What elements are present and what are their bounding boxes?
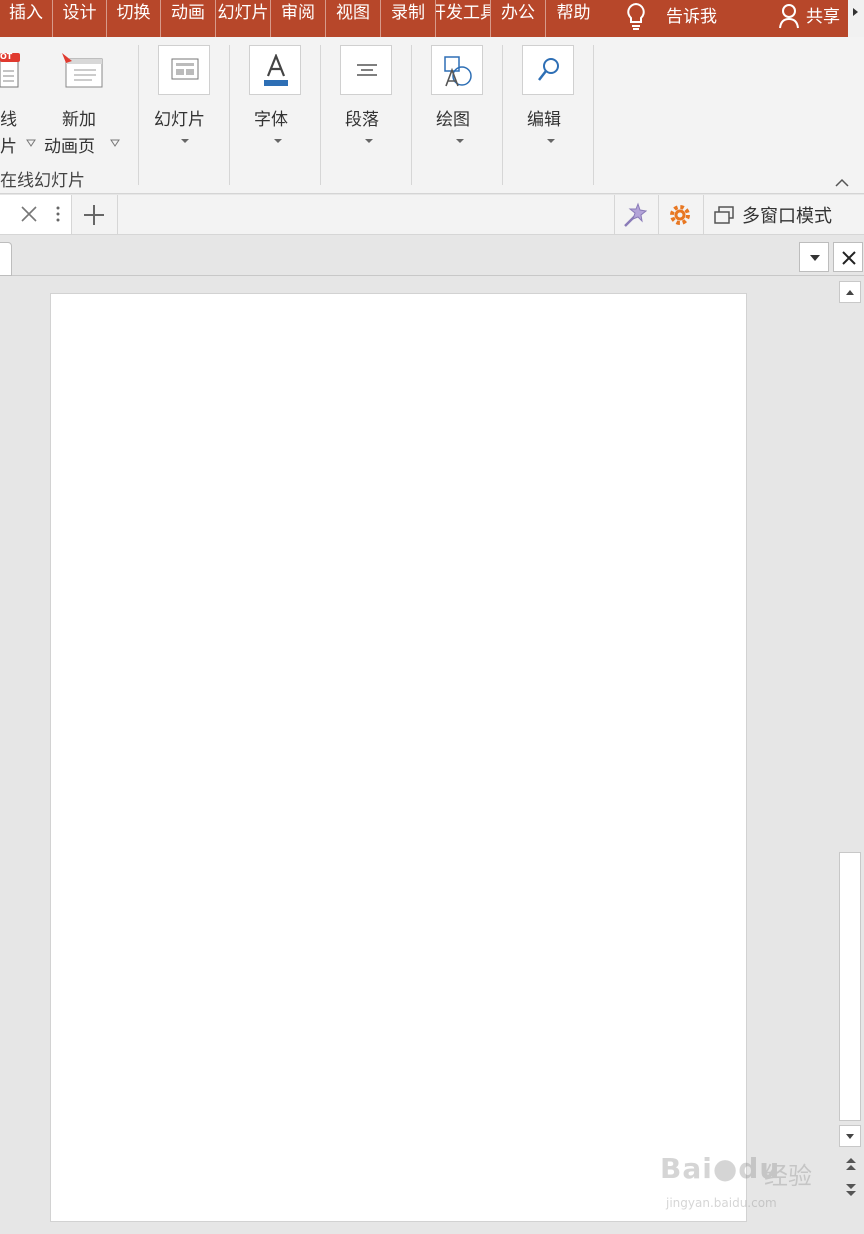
watermark-url: jingyan.baidu.com	[666, 1196, 777, 1210]
magic-wand-icon[interactable]	[621, 202, 647, 228]
new-tab-plus-icon[interactable]	[80, 201, 108, 229]
paw-icon: ●	[712, 1152, 739, 1185]
menu-tab-help[interactable]: 帮助	[546, 0, 601, 37]
menu-tab-slideshow[interactable]: 幻灯片	[216, 0, 271, 37]
new-anim-page-label-2: 动画页	[44, 137, 95, 157]
group-separator	[502, 45, 503, 185]
watermark-cn: 经验	[764, 1162, 812, 1190]
tab-separator	[658, 195, 659, 234]
new-anim-page-icon	[62, 53, 103, 88]
shapes-icon	[444, 56, 472, 87]
align-center-icon	[357, 64, 377, 76]
ribbon: OT 线 片 在线幻灯片 新加 动画页 幻灯片 字体 段落 绘图 编辑	[0, 37, 864, 194]
dropdown-arrow-icon	[181, 139, 189, 143]
menu-tab-view[interactable]: 视图	[326, 0, 381, 37]
previous-slide-icon[interactable]	[841, 1154, 861, 1174]
pane-close-button[interactable]	[833, 242, 863, 272]
multi-window-icon[interactable]	[713, 205, 735, 225]
font-group-label: 字体	[254, 110, 288, 130]
menu-tab-insert[interactable]: 插入	[0, 0, 53, 37]
close-icon	[842, 251, 856, 265]
multi-window-mode-button[interactable]: 多窗口模式	[742, 202, 832, 228]
gear-icon[interactable]	[667, 202, 693, 228]
menu-tab-office[interactable]: 办公	[491, 0, 546, 37]
menu-bar: 插入 设计 切换 动画 幻灯片 审阅 视图 录制 开发工具 办公 帮助 告诉我 …	[0, 0, 864, 37]
online-slides-label-2: 片	[0, 137, 17, 157]
tell-me-search[interactable]: 告诉我	[666, 2, 717, 27]
watermark-brand: Bai●du	[660, 1152, 781, 1185]
dropdown-arrow-icon	[365, 139, 373, 143]
menu-tabs: 插入 设计 切换 动画 幻灯片 审阅 视图 录制 开发工具 办公 帮助	[0, 0, 601, 37]
drawing-group-button[interactable]: 绘图	[424, 43, 494, 153]
font-color-icon	[264, 54, 288, 86]
slides-icon-box	[158, 45, 210, 95]
dropdown-arrow-icon	[810, 255, 820, 261]
group-separator	[320, 45, 321, 185]
up-arrow-icon	[846, 290, 854, 295]
dropdown-arrow-icon	[547, 139, 555, 143]
drawing-icon-box	[431, 45, 483, 95]
slides-group-button[interactable]: 幻灯片	[150, 43, 220, 153]
person-icon[interactable]	[778, 3, 800, 29]
menu-tab-animations[interactable]: 动画	[161, 0, 216, 37]
collapse-ribbon-chevron-icon[interactable]	[834, 178, 850, 188]
group-separator	[411, 45, 412, 185]
font-icon-box	[249, 45, 301, 95]
menu-tab-review[interactable]: 审阅	[271, 0, 326, 37]
lightbulb-icon[interactable]	[624, 2, 648, 32]
document-tab[interactable]	[0, 195, 72, 234]
share-button[interactable]: 共享	[806, 2, 848, 27]
search-icon	[538, 58, 559, 81]
close-icon[interactable]	[20, 205, 38, 223]
vertical-scrollbar[interactable]	[837, 278, 864, 1234]
baidu-watermark: Bai●du 经验 jingyan.baidu.com	[660, 1138, 820, 1212]
menu-tab-transitions[interactable]: 切换	[107, 0, 161, 37]
next-slide-icon[interactable]	[841, 1180, 861, 1200]
new-anim-page-button[interactable]: 新加 动画页	[42, 37, 124, 157]
scroll-up-button[interactable]	[839, 281, 861, 303]
menu-tab-design[interactable]: 设计	[53, 0, 107, 37]
menu-tab-developer[interactable]: 开发工具	[436, 0, 491, 37]
online-slides-group-label: 在线幻灯片	[0, 171, 85, 191]
dropdown-triangle-icon	[26, 139, 36, 147]
slide-canvas[interactable]	[50, 293, 747, 1222]
scroll-right-arrow-icon[interactable]	[848, 0, 864, 37]
tab-separator	[117, 195, 118, 234]
online-slides-label-1: 线	[0, 110, 17, 130]
paragraph-group-label: 段落	[345, 110, 379, 130]
paragraph-icon-box	[340, 45, 392, 95]
editing-icon-box	[522, 45, 574, 95]
editing-group-button[interactable]: 编辑	[515, 43, 585, 153]
menu-tab-record[interactable]: 录制	[381, 0, 436, 37]
font-group-button[interactable]: 字体	[242, 43, 312, 153]
pane-tab[interactable]	[0, 242, 12, 276]
slides-group-label: 幻灯片	[154, 110, 205, 130]
paragraph-group-button[interactable]: 段落	[333, 43, 403, 153]
pane-dropdown-button[interactable]	[799, 242, 829, 272]
new-anim-page-label-1: 新加	[62, 110, 96, 130]
hot-badge: OT	[0, 52, 13, 61]
down-arrow-icon	[846, 1134, 854, 1139]
dropdown-arrow-icon	[274, 139, 282, 143]
group-separator	[593, 45, 594, 185]
tab-separator	[703, 195, 704, 234]
document-tab-bar: 多窗口模式	[0, 195, 864, 235]
dropdown-triangle-icon	[110, 139, 120, 147]
editing-group-label: 编辑	[527, 110, 561, 130]
group-separator	[229, 45, 230, 185]
tab-separator	[614, 195, 615, 234]
group-separator	[138, 45, 139, 185]
pane-header	[0, 236, 864, 276]
more-options-icon[interactable]	[55, 205, 61, 223]
drawing-group-label: 绘图	[436, 110, 470, 130]
scroll-down-button[interactable]	[839, 1125, 861, 1147]
slide-layout-icon	[171, 58, 199, 80]
scroll-thumb[interactable]	[839, 852, 861, 1121]
online-slides-button[interactable]: OT 线 片	[0, 37, 40, 157]
dropdown-arrow-icon	[456, 139, 464, 143]
